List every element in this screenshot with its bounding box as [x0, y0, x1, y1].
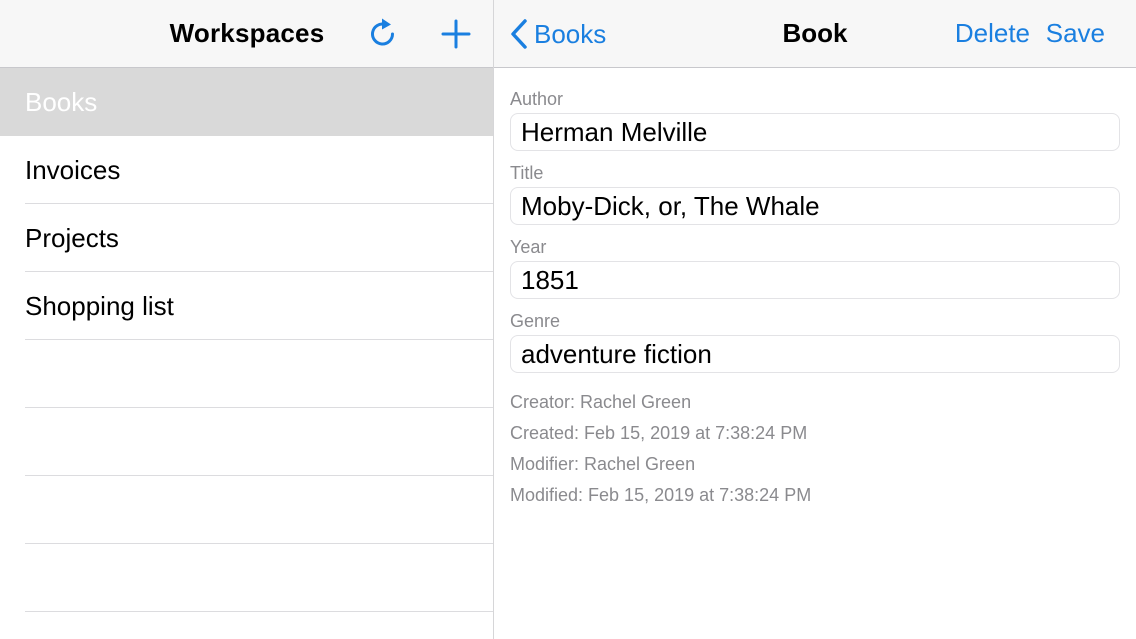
empty-row — [0, 544, 493, 612]
book-form: Author Title Year Genre Creator: Rachel … — [494, 68, 1136, 511]
list-item-invoices[interactable]: Invoices — [0, 136, 493, 204]
chevron-left-icon — [511, 19, 527, 49]
add-workspace-button[interactable] — [436, 14, 476, 54]
refresh-icon — [371, 18, 394, 46]
author-field[interactable] — [510, 113, 1120, 151]
plus-icon — [441, 19, 471, 49]
author-label: Author — [510, 89, 564, 109]
workspaces-pane: Workspaces Books Invoices Projects Shopp… — [0, 0, 494, 639]
list-item-projects[interactable]: Projects — [0, 204, 493, 272]
creator-text: Creator: Rachel Green — [510, 392, 692, 412]
created-text: Created: Feb 15, 2019 at 7:38:24 PM — [510, 423, 808, 443]
book-detail-pane: Books Book Delete Save Author Title Year… — [494, 0, 1136, 639]
back-button-label: Books — [534, 18, 607, 49]
modified-text: Modified: Feb 15, 2019 at 7:38:24 PM — [510, 485, 812, 505]
year-label: Year — [510, 237, 547, 257]
year-field[interactable] — [510, 261, 1120, 299]
list-item-shopping-list[interactable]: Shopping list — [0, 272, 493, 340]
workspaces-title-text: Workspaces — [169, 18, 325, 48]
save-button[interactable]: Save — [1046, 18, 1105, 49]
delete-button[interactable]: Delete — [955, 18, 1030, 49]
genre-label: Genre — [510, 311, 561, 331]
list-item-books[interactable]: Books — [0, 68, 493, 136]
list-item-label: Shopping list — [25, 290, 174, 321]
app: Workspaces Books Invoices Projects Shopp… — [0, 0, 1136, 639]
refresh-button[interactable] — [363, 14, 403, 54]
genre-field[interactable] — [510, 335, 1120, 373]
record-metadata: Creator: Rachel Green Created: Feb 15, 2… — [510, 387, 1120, 511]
modifier-text: Modifier: Rachel Green — [510, 454, 696, 474]
list-item-label: Projects — [25, 222, 119, 253]
title-field[interactable] — [510, 187, 1120, 225]
empty-row — [0, 476, 493, 544]
back-button[interactable]: Books — [510, 15, 606, 53]
empty-row — [0, 340, 493, 408]
title-label: Title — [510, 163, 544, 183]
workspaces-title: Workspaces — [0, 18, 494, 49]
workspaces-list: Books Invoices Projects Shopping list — [0, 68, 493, 612]
list-item-label: Books — [25, 86, 98, 117]
workspaces-nav-bar: Workspaces — [0, 0, 493, 68]
detail-nav-bar: Books Book Delete Save — [494, 0, 1136, 68]
list-item-label: Invoices — [25, 154, 121, 185]
empty-row — [0, 408, 493, 476]
